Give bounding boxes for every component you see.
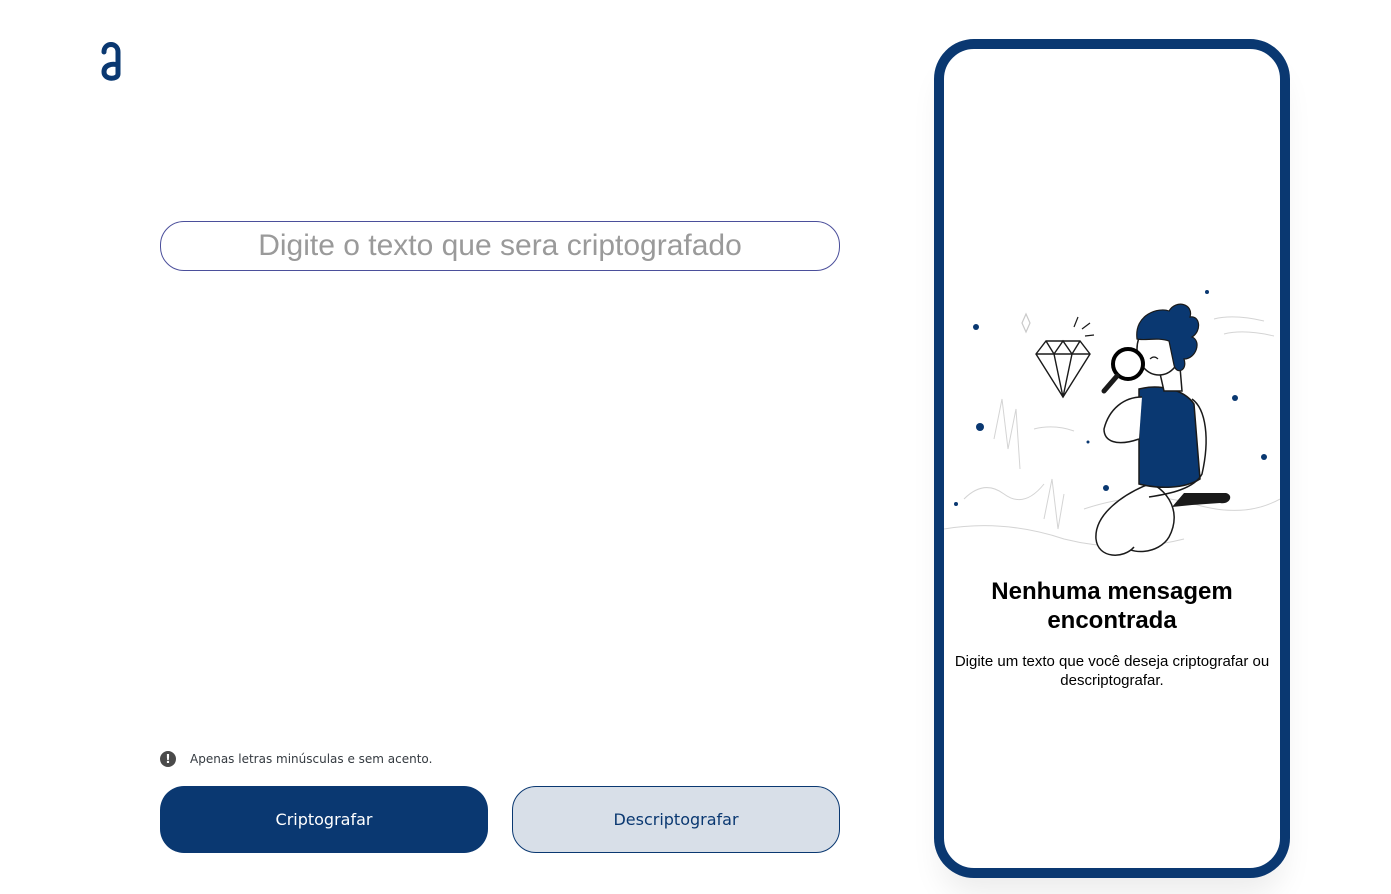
hint-text: Apenas letras minúsculas e sem acento. — [190, 752, 433, 766]
output-panel: Nenhuma mensagem encontrada Digite um te… — [934, 39, 1290, 878]
alura-logo-icon — [101, 42, 121, 81]
exclamation-circle-icon: ! — [160, 751, 176, 767]
input-hint: ! Apenas letras minúsculas e sem acento. — [160, 750, 432, 768]
message-input[interactable] — [160, 221, 840, 271]
empty-state-title: Nenhuma mensagem encontrada — [991, 578, 1233, 634]
decorative-dots — [954, 290, 1267, 506]
encrypt-button[interactable]: Criptografar — [160, 786, 488, 853]
sparkle-icon — [1021, 312, 1031, 334]
diamond-icon — [1035, 339, 1091, 399]
empty-state-illustration — [944, 290, 1280, 556]
app-page: ! Apenas letras minúsculas e sem acento.… — [0, 0, 1391, 894]
decrypt-button[interactable]: Descriptografar — [512, 786, 840, 853]
character-figure — [1095, 303, 1231, 556]
empty-state-message: Digite um texto que você deseja criptogr… — [954, 653, 1270, 689]
